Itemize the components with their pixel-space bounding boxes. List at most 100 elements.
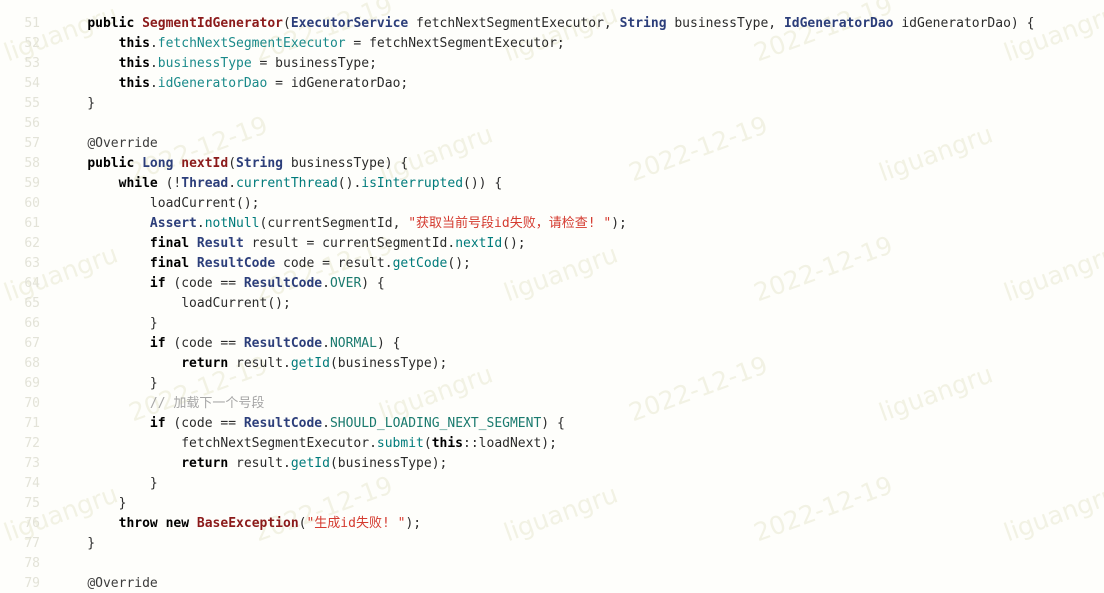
line-number: 71 bbox=[24, 416, 40, 431]
code-token: "获取当前号段id失败，请检查! " bbox=[408, 216, 612, 231]
code-line[interactable]: 51 public SegmentIdGenerator(ExecutorSer… bbox=[0, 14, 1104, 34]
line-source-text[interactable]: if (code == ResultCode.NORMAL) { bbox=[56, 334, 401, 354]
line-source-text[interactable]: this.idGeneratorDao = idGeneratorDao; bbox=[56, 74, 409, 94]
code-line[interactable]: 69 } bbox=[0, 374, 1104, 394]
code-token: ( bbox=[228, 156, 237, 171]
line-number: 51 bbox=[24, 16, 40, 31]
code-token: (! bbox=[157, 176, 182, 191]
code-token: ) { bbox=[361, 276, 385, 291]
code-token: this bbox=[118, 36, 150, 51]
code-token: currentThread bbox=[236, 176, 338, 191]
line-number: 61 bbox=[24, 216, 40, 231]
code-line[interactable]: 59 while (!Thread.currentThread().isInte… bbox=[0, 174, 1104, 194]
line-source-text[interactable]: loadCurrent(); bbox=[56, 294, 291, 314]
code-token: ); bbox=[405, 516, 422, 531]
line-source-text[interactable]: final Result result = currentSegmentId.n… bbox=[56, 234, 526, 254]
code-token: code = result. bbox=[275, 256, 393, 271]
line-source-text[interactable]: } bbox=[56, 474, 158, 494]
code-line[interactable]: 76 throw new BaseException("生成id失败! "); bbox=[0, 514, 1104, 534]
code-token: String bbox=[619, 16, 667, 31]
code-line[interactable]: 68 return result.getId(businessType); bbox=[0, 354, 1104, 374]
code-line[interactable]: 63 final ResultCode code = result.getCod… bbox=[0, 254, 1104, 274]
line-source-text[interactable]: loadCurrent(); bbox=[56, 194, 260, 214]
code-token: } bbox=[56, 376, 158, 391]
code-token: Assert bbox=[149, 216, 197, 231]
line-source-text[interactable]: } bbox=[56, 534, 95, 554]
line-source-text[interactable]: Assert.notNull(currentSegmentId, "获取当前号段… bbox=[56, 214, 627, 234]
line-number: 74 bbox=[24, 476, 40, 491]
code-line[interactable]: 65 loadCurrent(); bbox=[0, 294, 1104, 314]
code-line[interactable]: 58 public Long nextId(String businessTyp… bbox=[0, 154, 1104, 174]
code-token: final bbox=[149, 256, 190, 271]
line-source-text[interactable]: public SegmentIdGenerator(ExecutorServic… bbox=[56, 14, 1034, 34]
code-token: } bbox=[56, 536, 96, 551]
code-token: ( bbox=[283, 16, 291, 31]
code-line[interactable]: 61 Assert.notNull(currentSegmentId, "获取当… bbox=[0, 214, 1104, 234]
code-line[interactable]: 53 this.businessType = businessType; bbox=[0, 54, 1104, 74]
code-line[interactable]: 70 // 加载下一个号段 bbox=[0, 394, 1104, 414]
line-source-text[interactable]: final ResultCode code = result.getCode()… bbox=[56, 254, 471, 274]
line-source-text[interactable]: } bbox=[56, 374, 158, 394]
code-token: submit bbox=[376, 436, 424, 451]
code-line[interactable]: 60 loadCurrent(); bbox=[0, 194, 1104, 214]
code-line[interactable]: 75 } bbox=[0, 494, 1104, 514]
code-line[interactable]: 71 if (code == ResultCode.SHOULD_LOADING… bbox=[0, 414, 1104, 434]
code-line[interactable]: 56 bbox=[0, 114, 1104, 134]
line-source-text[interactable]: throw new BaseException("生成id失败! "); bbox=[56, 514, 421, 534]
code-line[interactable]: 64 if (code == ResultCode.OVER) { bbox=[0, 274, 1104, 294]
line-source-text[interactable]: return result.getId(businessType); bbox=[56, 454, 447, 474]
line-source-text[interactable]: this.fetchNextSegmentExecutor = fetchNex… bbox=[56, 34, 565, 54]
code-token: idGeneratorDao bbox=[157, 76, 268, 91]
line-number: 60 bbox=[24, 196, 40, 211]
code-token: ()) { bbox=[463, 176, 503, 191]
line-number: 56 bbox=[24, 116, 40, 131]
line-source-text[interactable]: } bbox=[56, 314, 158, 334]
line-source-text[interactable]: @Override bbox=[56, 574, 157, 593]
code-token: . bbox=[322, 416, 330, 431]
code-line[interactable]: 54 this.idGeneratorDao = idGeneratorDao; bbox=[0, 74, 1104, 94]
code-token: businessType) { bbox=[283, 156, 409, 171]
code-line[interactable]: 52 this.fetchNextSegmentExecutor = fetch… bbox=[0, 34, 1104, 54]
code-line[interactable]: 77 } bbox=[0, 534, 1104, 554]
code-token: . bbox=[149, 36, 158, 51]
line-source-text[interactable]: // 加载下一个号段 bbox=[56, 394, 264, 414]
line-source-text[interactable]: public Long nextId(String businessType) … bbox=[56, 154, 408, 174]
code-line[interactable]: 79 @Override bbox=[0, 574, 1104, 593]
code-line[interactable]: 73 return result.getId(businessType); bbox=[0, 454, 1104, 474]
line-number: 70 bbox=[24, 396, 40, 411]
line-source-text[interactable]: } bbox=[56, 494, 127, 514]
code-token: } bbox=[56, 476, 158, 491]
line-number: 72 bbox=[24, 436, 40, 451]
code-line[interactable]: 72 fetchNextSegmentExecutor.submit(this:… bbox=[0, 434, 1104, 454]
code-token: new bbox=[165, 516, 190, 531]
line-source-text[interactable]: if (code == ResultCode.OVER) { bbox=[56, 274, 385, 294]
line-source-text[interactable]: } bbox=[56, 94, 95, 114]
code-line[interactable]: 67 if (code == ResultCode.NORMAL) { bbox=[0, 334, 1104, 354]
line-source-text[interactable]: while (!Thread.currentThread().isInterru… bbox=[56, 174, 503, 194]
code-line[interactable]: 55 } bbox=[0, 94, 1104, 114]
line-number: 78 bbox=[24, 556, 40, 571]
code-token: this bbox=[118, 56, 150, 71]
code-token: nextId bbox=[455, 236, 503, 251]
line-source-text[interactable]: if (code == ResultCode.SHOULD_LOADING_NE… bbox=[56, 414, 565, 434]
code-token: if bbox=[149, 336, 166, 351]
line-source-text[interactable]: @Override bbox=[56, 134, 157, 154]
code-line[interactable]: 66 } bbox=[0, 314, 1104, 334]
code-line[interactable]: 57 @Override bbox=[0, 134, 1104, 154]
line-source-text[interactable]: return result.getId(businessType); bbox=[56, 354, 447, 374]
code-line[interactable]: 78 bbox=[0, 554, 1104, 574]
line-source-text[interactable]: fetchNextSegmentExecutor.submit(this::lo… bbox=[56, 434, 557, 454]
code-token: loadCurrent(); bbox=[56, 296, 291, 311]
line-number: 59 bbox=[24, 176, 40, 191]
code-line[interactable]: 74 } bbox=[0, 474, 1104, 494]
code-line[interactable]: 62 final Result result = currentSegmentI… bbox=[0, 234, 1104, 254]
code-token: ResultCode bbox=[196, 256, 276, 271]
line-source-text[interactable]: this.businessType = businessType; bbox=[56, 54, 377, 74]
code-editor-content[interactable]: 51 public SegmentIdGenerator(ExecutorSer… bbox=[0, 0, 1104, 593]
code-token: . bbox=[228, 176, 237, 191]
